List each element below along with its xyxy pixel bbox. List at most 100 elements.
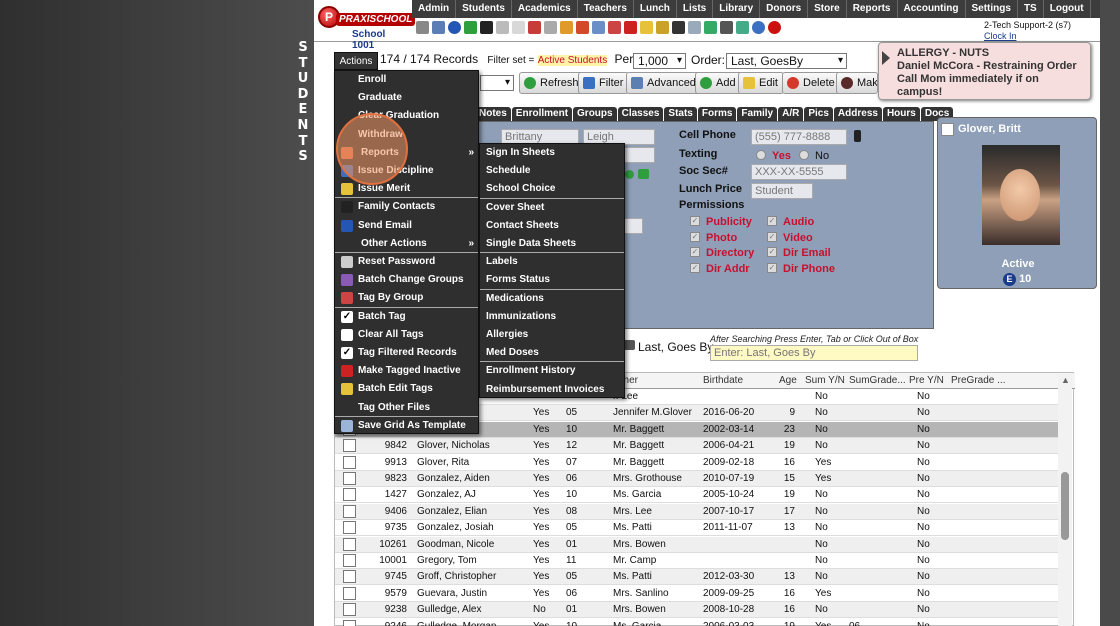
row-checkbox[interactable] [343,554,356,567]
megaphone-icon[interactable] [496,21,509,34]
col-pregrade[interactable]: PreGrade ... [951,375,1005,386]
filter-button[interactable]: Filter [578,72,630,94]
report-item-allergies[interactable]: Allergies [480,326,624,344]
report-item-school-choice[interactable]: School Choice [480,180,624,198]
row-checkbox[interactable] [343,570,356,584]
row-checkbox[interactable] [343,537,356,551]
nav-settings[interactable]: Settings [966,0,1018,18]
row-checkbox[interactable] [343,586,356,600]
nav-store[interactable]: Store [808,0,847,18]
video-checkbox[interactable]: ✓ [767,232,777,242]
cell-phone-field[interactable]: (555) 777-8888 [751,129,847,145]
filter-value[interactable]: Active Students [537,55,608,66]
nav-academics[interactable]: Academics [512,0,578,18]
report-item-reimbursement-invoices[interactable]: Reimbursement Invoices [480,381,624,399]
make-button[interactable]: Make [836,72,878,94]
tab-forms[interactable]: Forms [697,107,737,121]
col-pre-yn[interactable]: Pre Y/N [909,375,944,386]
row-checkbox[interactable] [343,603,356,617]
nav-reports[interactable]: Reports [847,0,898,18]
report-item-sign-in-sheets[interactable]: Sign In Sheets [480,144,624,162]
table-row[interactable]: 9735 Gonzalez, Josiah Yes 05 Ms. Patti 2011-1… [335,520,1060,537]
nav-lunch[interactable]: Lunch [634,0,677,18]
small-field[interactable] [623,218,643,234]
tab-hours[interactable]: Hours [882,107,920,121]
nav-logout[interactable]: Logout [1044,0,1091,18]
document-icon[interactable] [592,21,605,34]
help-icon[interactable] [752,21,765,34]
money-icon[interactable] [736,21,749,34]
grid-icon[interactable] [432,21,445,34]
image-icon[interactable] [704,21,717,34]
actions-button[interactable]: Actions [334,52,378,70]
menu-item-save-grid-as-template[interactable]: Save Grid As Template [335,417,478,435]
search-input[interactable] [710,345,918,361]
audio-checkbox[interactable]: ✓ [767,216,777,226]
row-checkbox[interactable] [343,455,356,469]
menu-item-tag-filtered-records[interactable]: ✓ Tag Filtered Records [335,344,478,362]
report-item-enrollment-history[interactable]: Enrollment History [480,362,624,380]
nav-teachers[interactable]: Teachers [578,0,634,18]
advanced-button[interactable]: Advanced [626,72,702,94]
table-row[interactable]: 1427 Gonzalez, AJ Yes 10 Ms. Garcia 2005-10-2… [335,487,1060,504]
calendar-icon[interactable] [528,21,541,34]
menu-item-enroll[interactable]: Enroll [335,71,478,89]
nav-admin[interactable]: Admin [412,0,457,18]
ticket-icon[interactable] [544,21,557,34]
ssn-field[interactable]: XXX-XX-5555 [751,164,847,180]
report-item-cover-sheet[interactable]: Cover Sheet [480,199,624,217]
texting-yes-radio[interactable] [756,150,766,160]
report-item-contact-sheets[interactable]: Contact Sheets [480,217,624,235]
col-age[interactable]: Age [779,375,797,386]
row-checkbox[interactable] [343,619,356,626]
report-item-single-data-sheets[interactable]: Single Data Sheets [480,235,624,253]
col-sumgrade[interactable]: SumGrade... [849,375,906,386]
menu-item-tag-other-files[interactable]: Tag Other Files [335,399,478,417]
student-card-checkbox[interactable] [941,123,954,136]
nav-ts[interactable]: TS [1018,0,1044,18]
nav-donors[interactable]: Donors [760,0,809,18]
tab-pics[interactable]: Pics [804,107,833,121]
scroll-thumb[interactable] [1061,472,1069,540]
table-row[interactable]: 10261 Goodman, Nicole Yes 01 Mrs. Bowen No No [335,536,1060,553]
report-item-medications[interactable]: Medications [480,290,624,308]
directory-checkbox[interactable]: ✓ [690,247,700,257]
report-item-immunizations[interactable]: Immunizations [480,308,624,326]
tab-groups[interactable]: Groups [573,107,617,121]
lunch-price-select[interactable]: Student [751,183,813,199]
clock-in-link[interactable]: Clock In [984,31,1017,41]
col-sum-yn[interactable]: Sum Y/N [805,375,845,386]
keyboard-icon[interactable] [720,21,733,34]
row-checkbox[interactable] [343,472,356,485]
power-icon[interactable] [768,21,781,34]
menu-item-graduate[interactable]: Graduate [335,89,478,107]
calculator-icon[interactable] [672,21,685,34]
nav-library[interactable]: Library [713,0,761,18]
menu-item-reset-password[interactable]: Reset Password [335,253,478,271]
dir-phone-checkbox[interactable]: ✓ [767,263,777,273]
chat-icon[interactable] [464,21,477,34]
table-row[interactable]: 9842 Glover, Nicholas Yes 12 Mr. Baggett 2006… [335,438,1060,455]
menu-item-family-contacts[interactable]: Family Contacts [335,198,478,216]
tab-notes[interactable]: Notes [475,107,511,121]
menu-item-make-tagged-inactive[interactable]: Make Tagged Inactive [335,362,478,380]
student-photo[interactable] [982,145,1060,245]
folder-icon[interactable] [640,21,653,34]
tab-ar[interactable]: A/R [778,107,804,121]
list-icon[interactable] [688,21,701,34]
col-birthdate[interactable]: Birthdate [703,375,743,386]
table-row[interactable]: 9238 Gulledge, Alex No 01 Mrs. Bowen 2008-10-… [335,602,1060,619]
nav-students[interactable]: Students [456,0,512,18]
report-item-med-doses[interactable]: Med Doses [480,344,624,362]
search-icon[interactable] [416,21,429,34]
tab-enrollment[interactable]: Enrollment [511,107,573,121]
row-checkbox[interactable] [343,488,356,502]
menu-item-other-actions[interactable]: Other Actions » [335,235,478,253]
menu-item-send-email[interactable]: Send Email [335,217,478,235]
tab-stats[interactable]: Stats [664,107,697,121]
report-item-schedule[interactable]: Schedule [480,162,624,180]
table-row[interactable]: 9579 Guevara, Justin Yes 06 Mrs. Sanlino 2009… [335,586,1060,602]
row-checkbox[interactable] [343,504,356,518]
row-checkbox[interactable] [343,521,356,535]
row-checkbox[interactable] [343,439,356,453]
